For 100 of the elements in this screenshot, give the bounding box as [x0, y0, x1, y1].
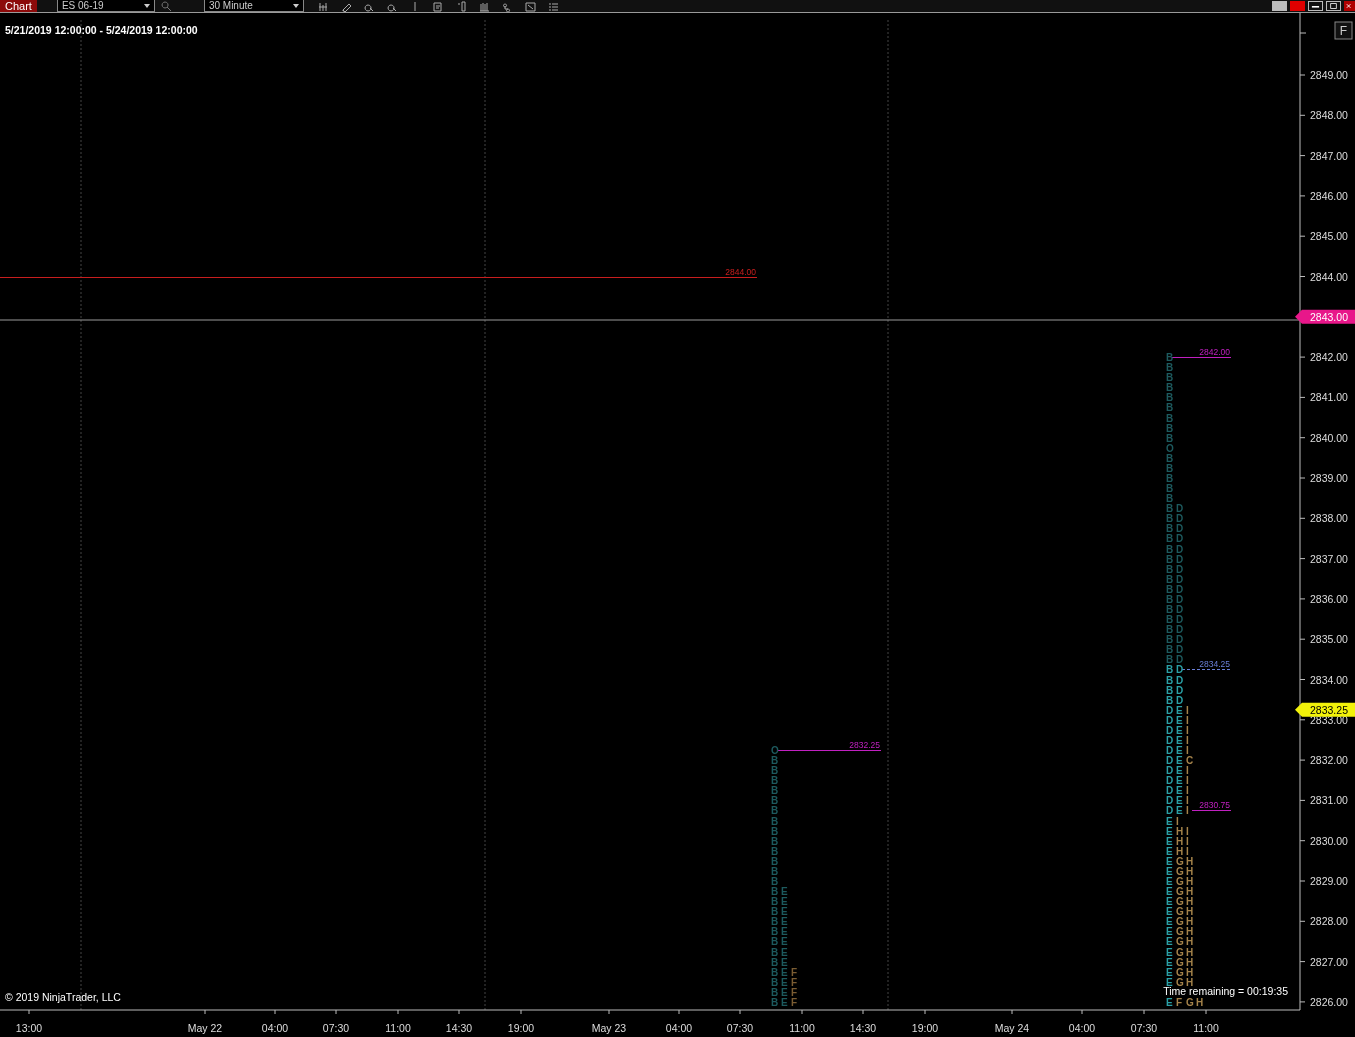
tpo-row: B: [1166, 493, 1174, 504]
tpo-row: B D: [1166, 564, 1184, 575]
tpo-row: B D: [1166, 624, 1184, 635]
tpo-row: B E: [771, 916, 788, 927]
tpo-row: B: [771, 846, 779, 857]
tpo-row: B D: [1166, 695, 1184, 706]
price-label: 2847.00: [1310, 149, 1348, 162]
price-label: 2834.00: [1310, 673, 1348, 686]
tpo-row: B: [1166, 433, 1174, 444]
tpo-row: B E F: [771, 967, 798, 978]
tpo-row: B E: [771, 947, 788, 958]
price-label: 2841.00: [1310, 391, 1348, 404]
tpo-row: E G H: [1166, 957, 1194, 968]
tpo-row: E G H: [1166, 926, 1194, 937]
price-marker: 2833.25: [1295, 702, 1355, 717]
tpo-row: E I: [1166, 816, 1179, 827]
tpo-row: B: [771, 856, 779, 867]
tpo-row: B: [771, 775, 779, 786]
tpo-row: B: [771, 755, 779, 766]
tpo-row: B E: [771, 886, 788, 897]
minimize-icon[interactable]: [1308, 1, 1323, 11]
tpo-row: E G H: [1166, 866, 1194, 877]
bars-icon[interactable]: [478, 0, 490, 12]
tpo-row: B: [1166, 483, 1174, 494]
tpo-row: D E I: [1166, 725, 1189, 736]
tpo-row: D E I: [1166, 775, 1189, 786]
tpo-row: E G H: [1166, 906, 1194, 917]
price-label: 2832.00: [1310, 754, 1348, 767]
tpo-row: B: [771, 765, 779, 776]
tpo-row: B E F: [771, 987, 798, 998]
tpo-row: E G H: [1166, 876, 1194, 887]
document-icon[interactable]: [432, 0, 444, 12]
time-label: May 22: [187, 1022, 223, 1034]
box-icon[interactable]: [524, 0, 536, 12]
tpo-row: B D: [1166, 654, 1184, 665]
tpo-row: B D: [1166, 614, 1184, 625]
tpo-row: E G H: [1166, 856, 1194, 867]
tpo-row: B D: [1166, 513, 1184, 524]
bar-tool-icon[interactable]: [317, 0, 329, 12]
caret-icon: [143, 3, 150, 8]
tpo-row: B: [1166, 392, 1174, 403]
tpo-row: B D: [1166, 634, 1184, 645]
tpo-row: B: [1166, 473, 1174, 484]
tpo-row: E G H: [1166, 916, 1194, 927]
copyright: © 2019 NinjaTrader, LLC: [5, 991, 121, 1003]
price-label: 2835.00: [1310, 633, 1348, 646]
tpo-row: B: [771, 836, 779, 847]
tpo-row: B D: [1166, 675, 1184, 686]
tpo-row: E G H: [1166, 886, 1194, 897]
chart-tab[interactable]: Chart: [0, 0, 37, 12]
time-label: 13:00: [15, 1022, 43, 1034]
price-label: 2836.00: [1310, 592, 1348, 605]
price-marker: 2843.00: [1295, 309, 1355, 324]
price-label: 2848.00: [1310, 109, 1348, 122]
tpo-row: B: [1166, 402, 1174, 413]
tpo-row: B D: [1166, 554, 1184, 565]
list-icon[interactable]: [547, 0, 559, 12]
tpo-row: B E: [771, 936, 788, 947]
time-label: 19:00: [507, 1022, 535, 1034]
tpo-row: O: [771, 745, 779, 756]
time-label: 04:00: [665, 1022, 693, 1034]
time-label: May 24: [994, 1022, 1030, 1034]
tpo-row: D E I: [1166, 735, 1189, 746]
tpo-row: B D: [1166, 594, 1184, 605]
tpo-row: B D: [1166, 544, 1184, 555]
tpo-row: E G H: [1166, 977, 1194, 988]
time-label: 19:00: [911, 1022, 939, 1034]
time-label: 04:00: [261, 1022, 289, 1034]
price-label: 2828.00: [1310, 915, 1348, 928]
price-label: 2838.00: [1310, 512, 1348, 525]
time-label: 07:30: [1130, 1022, 1158, 1034]
time-label: 11:00: [789, 1022, 815, 1034]
price-label: 2846.00: [1310, 189, 1348, 202]
close-icon[interactable]: [1344, 1, 1355, 11]
tpo-row: B: [1166, 372, 1174, 383]
tpo-row: B D: [1166, 685, 1184, 696]
caret-icon: [292, 3, 299, 8]
price-label: 2829.00: [1310, 875, 1348, 887]
interval-dropdown[interactable]: 30 Minute: [203, 0, 304, 12]
nodes-icon[interactable]: [501, 0, 513, 12]
price-label: 2839.00: [1310, 472, 1348, 484]
tpo-row: E H I: [1166, 846, 1189, 857]
price-label: 2830.00: [1310, 834, 1348, 847]
tpo-row: E H I: [1166, 826, 1189, 837]
maximize-icon[interactable]: [1326, 1, 1341, 11]
time-label: 11:00: [1193, 1022, 1219, 1034]
time-label: 07:30: [726, 1022, 754, 1034]
price-label: 2844.00: [1310, 270, 1348, 283]
tpo-row: B E F: [771, 997, 798, 1008]
tpo-row: B D: [1166, 644, 1184, 655]
instrument-dropdown[interactable]: ES 06-19: [56, 0, 155, 12]
tpo-row: B: [1166, 423, 1174, 434]
tpo-row: B D: [1166, 664, 1184, 675]
tpo-row: E G H: [1166, 936, 1194, 947]
tpo-row: B: [771, 876, 779, 887]
tpo-row: D E I: [1166, 765, 1189, 776]
search-icon[interactable]: [160, 0, 172, 12]
panel-icon[interactable]: [455, 0, 467, 12]
price-label: 2842.00: [1310, 351, 1348, 364]
f-button[interactable]: F: [1334, 21, 1353, 40]
